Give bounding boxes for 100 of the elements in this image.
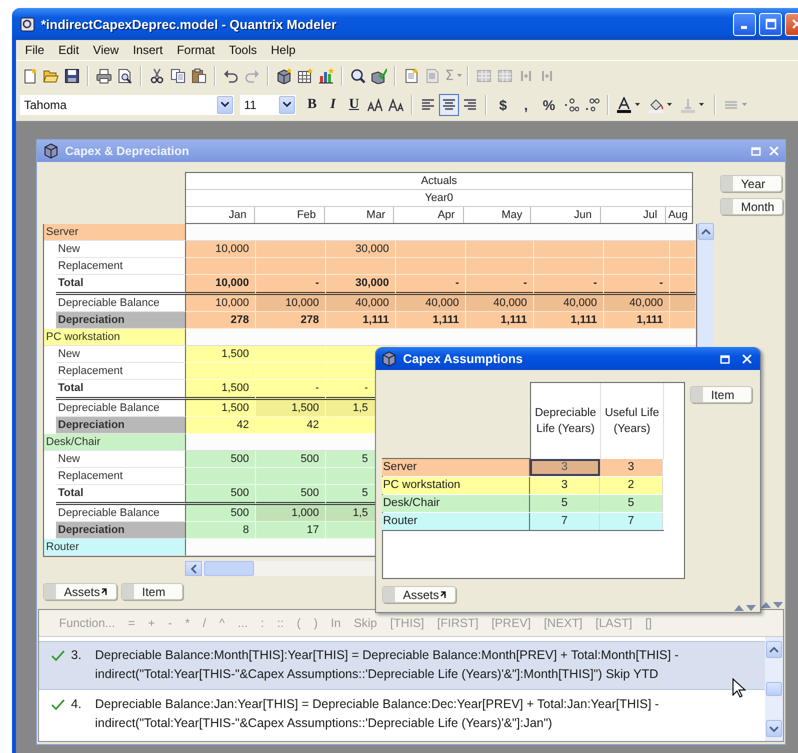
table-cell: 1,000 [256, 505, 326, 522]
menu-item[interactable]: Edit [51, 42, 86, 58]
dimension-tile[interactable]: Assets [382, 586, 456, 603]
row-header: Depreciation [56, 522, 186, 539]
row-header: Replacement [56, 258, 186, 275]
table-cell: 5 [600, 495, 663, 512]
table-cell: 42 [256, 417, 326, 434]
row-header: Server [382, 459, 530, 476]
table-cell: 40,000 [604, 295, 670, 312]
window-title: *indirectCapexDeprec.model - Quantrix Modeler [41, 16, 336, 32]
dimension-tile[interactable]: Assets [43, 583, 118, 600]
table-cell: 1,111 [534, 312, 604, 329]
column-header: Jan [186, 207, 256, 223]
row-header: Depreciable Balance [56, 400, 186, 417]
table-cell: 2 [600, 477, 663, 494]
menu-item[interactable]: Insert [126, 42, 170, 58]
row-header: PC workstation [382, 477, 530, 494]
row-header: Depreciable Balance [56, 295, 186, 312]
column-header: Jul [600, 207, 666, 223]
menu-item[interactable]: File [18, 42, 52, 58]
dimension-tile[interactable]: Item [121, 583, 184, 600]
font-dropdown[interactable]: Tahoma [20, 94, 234, 114]
table-cell: 500 [186, 451, 256, 468]
row-header: Desk/Chair [382, 495, 530, 512]
table-cell: 10,000 [186, 295, 256, 312]
table-cell: - [534, 275, 604, 295]
menu-item[interactable]: Help [264, 42, 303, 58]
column-header: May [464, 207, 532, 223]
window-title: Capex & Depreciation [65, 144, 190, 158]
table-cell: 1,500 [186, 400, 256, 417]
table-cell: 278 [256, 312, 326, 329]
table-cell: 30,000 [326, 275, 396, 295]
table-cell: 5 [530, 495, 600, 512]
row-header: Server [44, 224, 186, 241]
table-cell: 1,111 [396, 312, 466, 329]
table-cell: 10,000 [186, 241, 256, 258]
table-cell: 40,000 [396, 295, 466, 312]
row-header: Total [56, 485, 186, 505]
table-cell: 500 [186, 505, 256, 522]
column-header: Actuals [186, 173, 692, 190]
row-header: Router [382, 513, 530, 530]
underline-button[interactable]: U [344, 96, 364, 112]
table-cell: - [256, 380, 326, 400]
row-header: Replacement [56, 468, 186, 485]
table-cell: - [396, 275, 466, 295]
table-cell: 500 [256, 451, 326, 468]
comma-button[interactable]: , [515, 96, 537, 112]
table-cell: 1,111 [604, 312, 670, 329]
table-cell: 10,000 [256, 295, 326, 312]
table-cell: 3 [600, 459, 663, 476]
table-cell: 7 [530, 513, 600, 530]
row-header: Replacement [56, 363, 186, 380]
currency-button[interactable]: $ [492, 96, 514, 112]
italic-button[interactable]: I [323, 96, 343, 112]
row-header: New [56, 241, 186, 258]
table-cell: 1,111 [326, 312, 396, 329]
menu-item[interactable]: Format [170, 42, 222, 58]
row-header: Depreciation [56, 312, 186, 329]
table-cell: - [256, 275, 326, 295]
table-cell: 278 [186, 312, 256, 329]
menu-item[interactable]: View [86, 42, 126, 58]
column-header: Mar [324, 207, 394, 223]
table-cell: 1,500 [256, 400, 326, 417]
table-cell: 8 [186, 522, 256, 539]
table-cell: 500 [256, 485, 326, 505]
dimension-tile[interactable]: Item [690, 386, 752, 403]
column-header: Feb [255, 207, 325, 223]
menu-item[interactable]: Tools [222, 42, 264, 58]
table-cell: 1,500 [186, 380, 256, 400]
table-cell: 30,000 [326, 241, 396, 258]
row-header: New [56, 451, 186, 468]
bold-button[interactable]: B [302, 96, 322, 112]
row-header: Total [56, 380, 186, 400]
formula-item[interactable]: 3. Depreciable Balance:Month[THIS]:Year[THIS] = Depreciable Balance:Month[PREV] + Total:Month[THIS] - indirect("Total:Year[THIS-"&Capex Assumptions::'Depreciable Life (Years)'&"]:Month[THIS]") Skip YTD [39, 641, 765, 690]
table-cell: 40,000 [326, 295, 396, 312]
formula-item[interactable]: 4. Depreciable Balance:Jan:Year[THIS] = Depreciable Balance:Dec:Year[PREV] + Total:Jan:Year[THIS] - indirect("Total:Year[THIS-"&Capex Assumptions::'Depreciable Life (Years)'&"]:Jan") [39, 690, 765, 739]
window-title: Capex Assumptions [403, 352, 523, 366]
dimension-tile[interactable]: Month [720, 198, 784, 215]
column-header: Apr [394, 207, 464, 223]
table-cell: 1,111 [466, 312, 534, 329]
dimension-tile[interactable]: Year [720, 175, 782, 192]
row-header: Depreciable Balance [56, 505, 186, 522]
row-header: Total [56, 275, 186, 295]
row-header: Router [44, 539, 186, 556]
table-cell: 3 [530, 459, 600, 476]
column-header: Jun [531, 207, 601, 223]
row-header: PC workstation [44, 329, 186, 346]
font-size-dropdown[interactable]: 11 [240, 94, 296, 114]
table-cell: 40,000 [466, 295, 534, 312]
table-cell: 7 [600, 513, 663, 530]
column-header: Year0 [186, 190, 692, 207]
row-header: Desk/Chair [44, 434, 186, 451]
table-cell: 500 [186, 485, 256, 505]
row-header: New [56, 346, 186, 363]
table-cell: 10,000 [186, 275, 256, 295]
percent-button[interactable]: % [538, 96, 560, 112]
table-cell: 42 [186, 417, 256, 434]
table-cell: 17 [256, 522, 326, 539]
table-cell: 40,000 [534, 295, 604, 312]
table-cell: 1,500 [186, 346, 256, 363]
